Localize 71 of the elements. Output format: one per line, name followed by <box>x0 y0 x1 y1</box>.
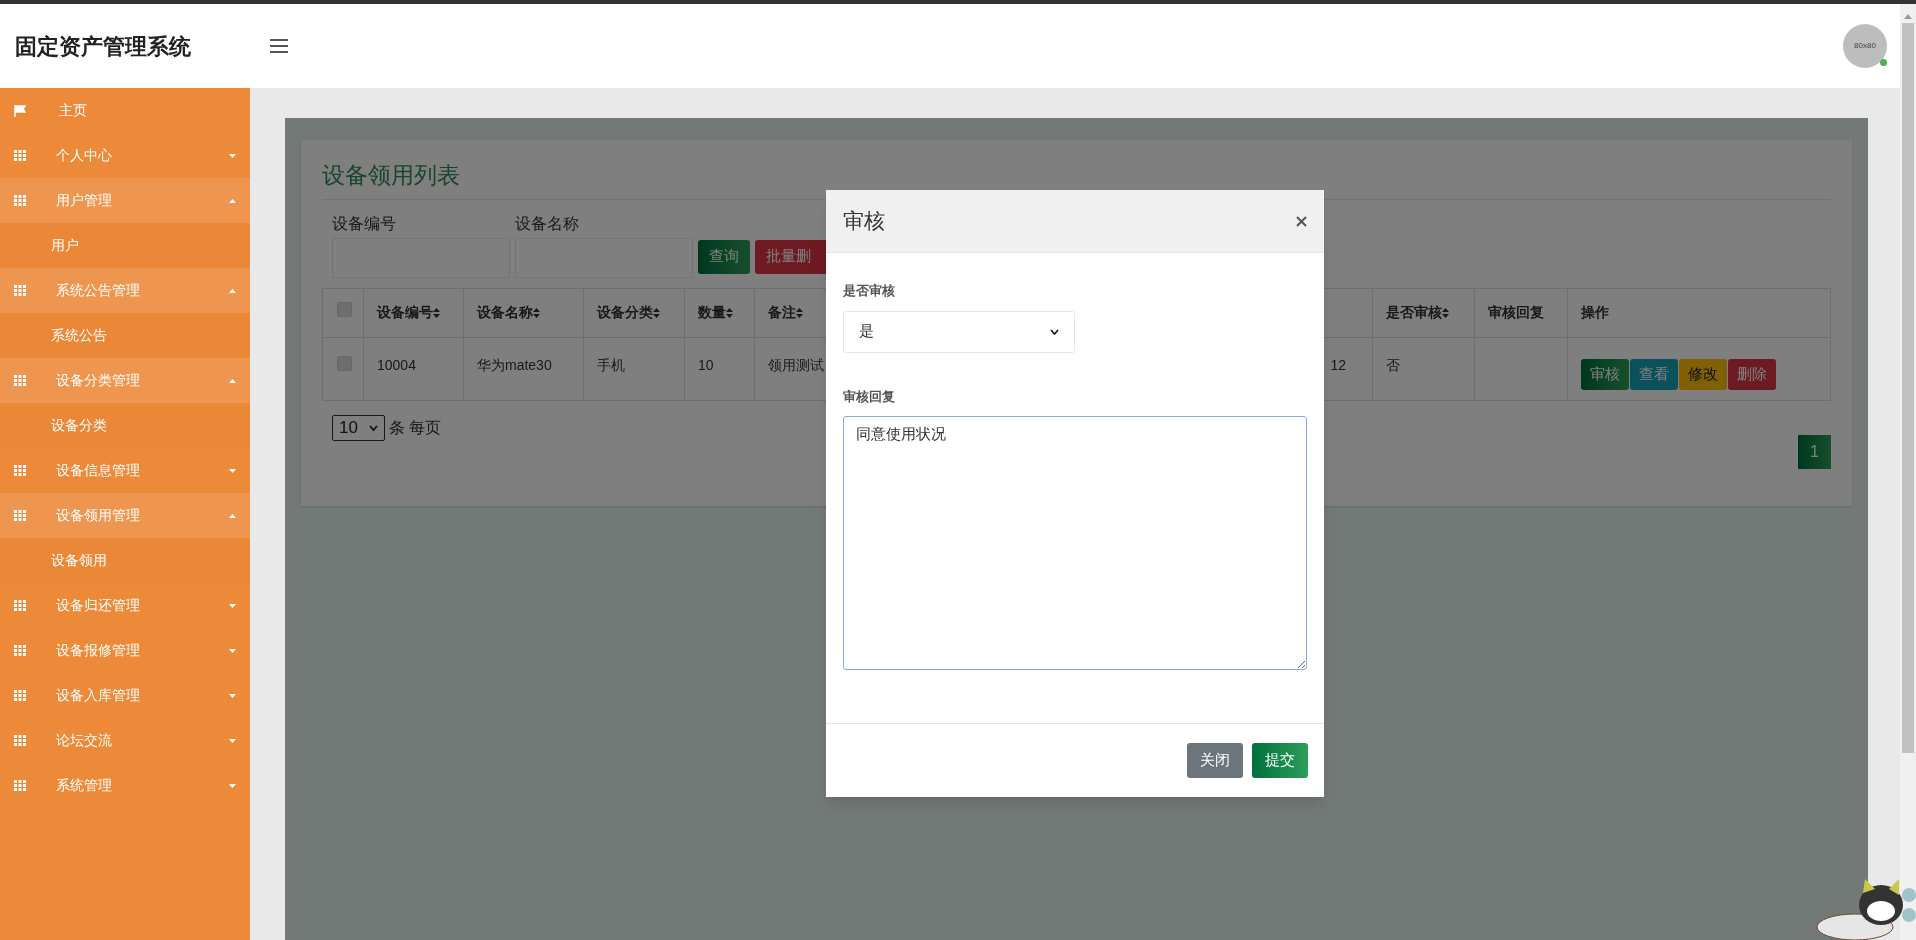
sort-icon[interactable] <box>653 307 660 318</box>
sidebar-item[interactable]: 设备领用管理 <box>0 493 250 538</box>
close-icon[interactable] <box>1296 215 1307 227</box>
review-select[interactable]: 是 <box>843 310 1075 353</box>
scrollbar[interactable] <box>1900 4 1916 940</box>
sort-icon[interactable] <box>796 307 803 318</box>
app-title: 固定资产管理系统 <box>14 32 192 61</box>
sidebar-item[interactable]: 设备分类管理 <box>0 358 250 403</box>
action-button[interactable]: 修改 <box>1679 358 1727 390</box>
caret-down-icon <box>229 153 236 158</box>
chevron-down-icon <box>369 424 378 431</box>
filter-label: 设备编号 <box>332 213 397 234</box>
search-button[interactable]: 查询 <box>698 239 750 274</box>
avatar-label: 80x80 <box>1854 40 1876 52</box>
caret-down-icon <box>229 738 236 743</box>
table-cell: 华为mate30 <box>477 356 552 373</box>
page-button[interactable]: 1 <box>1798 434 1831 469</box>
grid-icon <box>14 735 26 746</box>
grid-icon <box>14 600 26 611</box>
column-header: 审核回复 <box>1488 303 1544 322</box>
action-button[interactable]: 审核 <box>1581 358 1629 390</box>
grid-icon <box>14 690 26 701</box>
caret-up-icon <box>229 513 236 518</box>
table-cell: 10004 <box>377 356 416 373</box>
caret-up-icon <box>229 198 236 203</box>
menu-icon[interactable] <box>270 39 288 53</box>
table-cell: 否 <box>1386 356 1400 373</box>
close-button[interactable]: 关闭 <box>1187 743 1243 778</box>
table-cell: 10 <box>698 356 714 373</box>
sidebar-item[interactable]: 用户管理 <box>0 178 250 223</box>
sidebar-item[interactable]: 系统公告管理 <box>0 268 250 313</box>
grid-icon <box>14 150 26 161</box>
column-header: 操作 <box>1581 303 1609 322</box>
grid-icon <box>14 285 26 296</box>
caret-up-icon <box>229 378 236 383</box>
scroll-up-icon[interactable] <box>1904 14 1912 19</box>
per-page-label: 条 每页 <box>389 417 442 438</box>
grid-icon <box>14 195 26 206</box>
grid-icon <box>14 510 26 521</box>
caret-down-icon <box>229 468 236 473</box>
field-label: 是否审核 <box>843 282 896 300</box>
chevron-down-icon <box>1050 328 1059 335</box>
grid-icon <box>14 645 26 656</box>
submit-button[interactable]: 提交 <box>1252 743 1308 778</box>
sort-icon[interactable] <box>726 307 733 318</box>
flag-icon <box>14 104 26 117</box>
grid-icon <box>14 375 26 386</box>
user-avatar[interactable]: 80x80 <box>1843 24 1887 68</box>
page-size-select[interactable]: 10 <box>332 414 385 441</box>
reply-textarea[interactable]: 同意使用状况 <box>843 416 1307 670</box>
field-label: 审核回复 <box>843 387 896 406</box>
sort-icon[interactable] <box>1442 307 1449 318</box>
caret-down-icon <box>229 603 236 608</box>
grid-icon <box>14 780 26 791</box>
dialog-title: 审核 <box>843 208 885 235</box>
sort-icon[interactable] <box>533 307 540 318</box>
grid-icon <box>14 465 26 476</box>
table-cell: 12 <box>1330 356 1346 373</box>
caret-down-icon <box>229 648 236 653</box>
table-cell: 手机 <box>597 356 625 373</box>
checkbox[interactable] <box>337 355 352 371</box>
action-button[interactable]: 删除 <box>1728 358 1776 390</box>
checkbox[interactable] <box>337 302 352 317</box>
action-button[interactable]: 查看 <box>1630 358 1678 390</box>
filter-label: 设备名称 <box>515 213 580 234</box>
column-header[interactable]: 备注 <box>768 302 803 323</box>
caret-up-icon <box>229 288 236 293</box>
sort-icon[interactable] <box>433 307 440 318</box>
table-cell: 领用测试 <box>768 356 824 373</box>
caret-down-icon <box>229 783 236 788</box>
caret-down-icon <box>229 693 236 698</box>
